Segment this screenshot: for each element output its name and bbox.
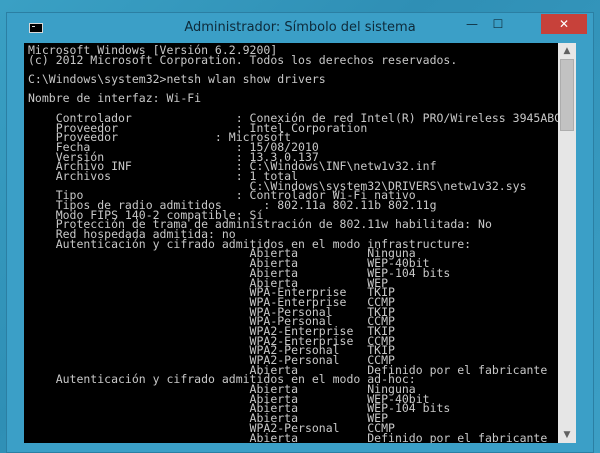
command-prompt-window: Administrador: Símbolo del sistema — ☐ ✕… — [6, 12, 594, 453]
console-line: C:\Windows\system32>netsh wlan show driv… — [28, 72, 326, 87]
close-button[interactable]: ✕ — [541, 14, 587, 34]
console-line: Abierta Definido por el fabricante — [28, 430, 548, 443]
console-output[interactable]: Microsoft Windows [Versión 6.2.9200] (c) … — [24, 43, 558, 443]
scroll-thumb[interactable] — [560, 59, 574, 131]
console-line: (c) 2012 Microsoft Corporation. Todos lo… — [28, 52, 458, 67]
title-bar[interactable]: Administrador: Símbolo del sistema — ☐ ✕ — [7, 13, 593, 43]
minimize-button[interactable]: — — [459, 14, 485, 34]
maximize-button[interactable]: ☐ — [485, 14, 511, 34]
console-line: Nombre de interfaz: Wi-Fi — [28, 91, 202, 106]
console-text: Microsoft Windows [Versión 6.2.9200] (c) … — [24, 43, 558, 443]
scroll-up-icon[interactable]: ▲ — [558, 43, 576, 59]
vertical-scrollbar[interactable]: ▲ ▼ — [558, 43, 576, 443]
scroll-down-icon[interactable]: ▼ — [558, 427, 576, 443]
